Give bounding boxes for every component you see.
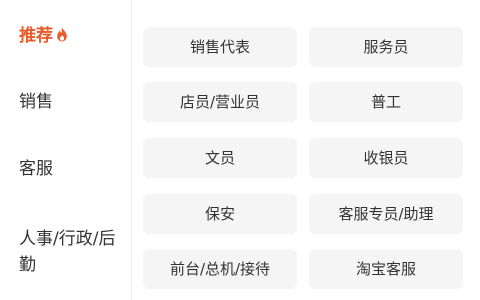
sidebar-item-recommended[interactable]: 推荐 <box>19 24 68 48</box>
job-chip-customer-service-assistant[interactable]: 客服专员/助理 <box>309 194 463 234</box>
job-chip-receptionist[interactable]: 前台/总机/接待 <box>143 249 297 289</box>
job-chip-security-guard[interactable]: 保安 <box>143 194 297 234</box>
job-chip-waiter[interactable]: 服务员 <box>309 27 463 67</box>
job-category-picker: 推荐 销售 客服 人事/行政/后勤 销售代表 服务员 店员/营业员 普工 文员 … <box>0 0 480 300</box>
job-chip-sales-representative[interactable]: 销售代表 <box>143 27 297 67</box>
job-chip-shop-assistant[interactable]: 店员/营业员 <box>143 82 297 122</box>
sidebar-item-customer-service[interactable]: 客服 <box>19 157 53 181</box>
category-sidebar: 推荐 销售 客服 人事/行政/后勤 <box>0 0 132 300</box>
job-chip-taobao-customer-service[interactable]: 淘宝客服 <box>309 249 463 289</box>
fire-icon <box>56 25 68 42</box>
job-chip-cashier[interactable]: 收银员 <box>309 138 463 178</box>
sidebar-item-label: 推荐 <box>19 26 53 46</box>
job-chip-clerk[interactable]: 文员 <box>143 138 297 178</box>
job-grid: 销售代表 服务员 店员/营业员 普工 文员 收银员 保安 客服专员/助理 前台/… <box>131 0 480 300</box>
sidebar-item-sales[interactable]: 销售 <box>19 90 53 114</box>
job-chip-general-worker[interactable]: 普工 <box>309 82 463 122</box>
sidebar-item-hr-admin-logistics[interactable]: 人事/行政/后勤 <box>19 226 127 278</box>
